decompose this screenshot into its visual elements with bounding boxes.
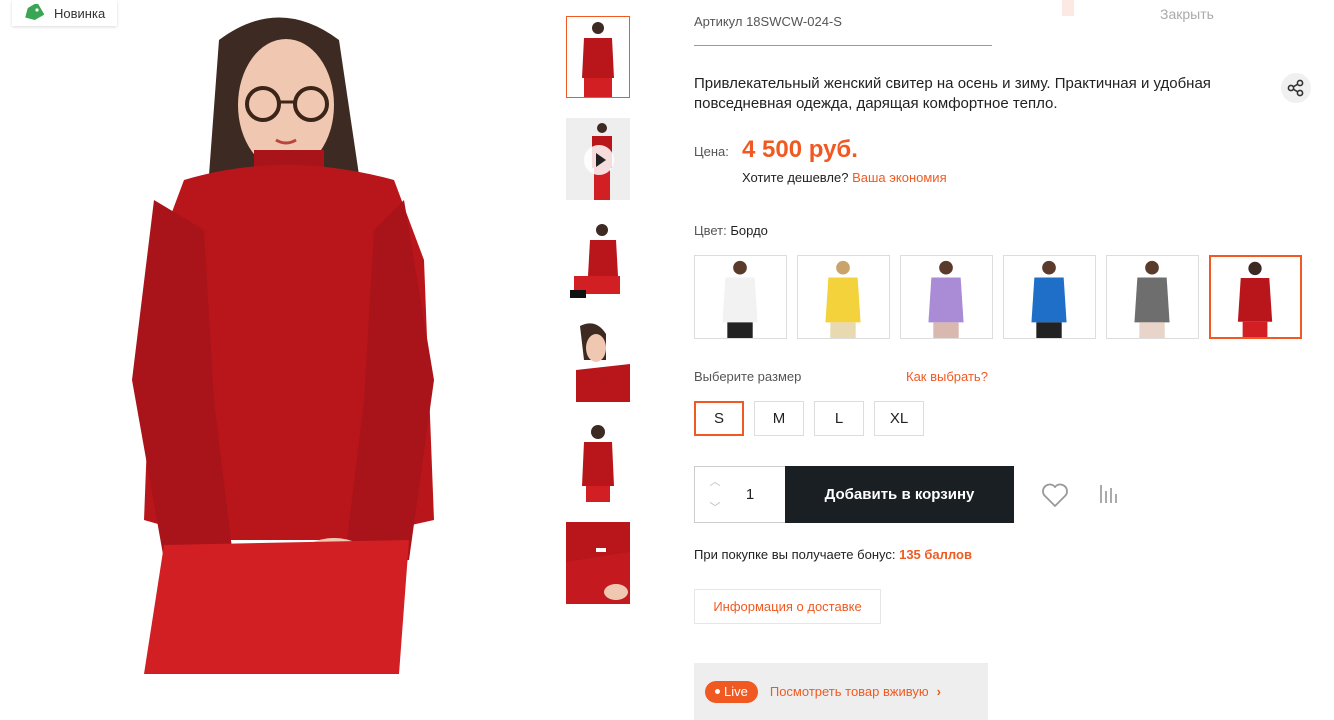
thumbnail-photo: [566, 16, 630, 98]
size-label: Выберите размер: [694, 369, 802, 384]
divider: [694, 45, 992, 46]
thumbnail-video[interactable]: [566, 118, 630, 200]
model-photo: [14, 0, 536, 674]
color-swatch-yellow[interactable]: [797, 255, 890, 339]
share-button[interactable]: [1281, 73, 1311, 103]
quantity-value[interactable]: 1: [735, 486, 765, 503]
tag-icon: [25, 4, 44, 21]
thumbnail-4[interactable]: [566, 320, 630, 402]
swatch-photo: [1107, 256, 1198, 338]
swatch-photo: [901, 256, 992, 338]
savings-link[interactable]: Ваша экономия: [852, 170, 947, 185]
size-option-xl[interactable]: XL: [874, 401, 924, 436]
swatch-photo: [1004, 256, 1095, 338]
new-badge-label: Новинка: [54, 5, 106, 21]
size-option-l[interactable]: L: [814, 401, 864, 436]
price-label: Цена:: [694, 144, 729, 159]
swatch-photo: [1211, 257, 1300, 337]
color-swatch-white[interactable]: [694, 255, 787, 339]
color-swatch-blue[interactable]: [1003, 255, 1096, 339]
thumbnail-3[interactable]: [566, 218, 630, 300]
share-icon: [1287, 79, 1304, 97]
thumbnail-photo: [566, 522, 630, 604]
color-swatch-bordeaux[interactable]: [1209, 255, 1302, 339]
product-description: Привлекательный женский свитер на осень …: [694, 75, 1211, 112]
color-swatch-lilac[interactable]: [900, 255, 993, 339]
thumbnail-photo: [566, 218, 630, 300]
live-badge: Live: [705, 680, 758, 703]
thumbnail-6[interactable]: [566, 522, 630, 604]
color-label-text: Цвет:: [694, 223, 727, 238]
cheaper-offer: Хотите дешевле? Ваша экономия: [742, 170, 947, 185]
thumbnail-5[interactable]: [566, 420, 630, 502]
color-swatch-grey[interactable]: [1106, 255, 1199, 339]
add-to-cart-button[interactable]: Добавить в корзину: [785, 466, 1014, 523]
bonus-value: 135 баллов: [899, 547, 972, 562]
thumbnail-photo: [566, 420, 630, 502]
thumbnail-1[interactable]: [566, 16, 630, 98]
product-sku: Артикул 18SWCW-024-S: [694, 14, 842, 29]
swatch-photo: [798, 256, 889, 338]
cheaper-text: Хотите дешевле?: [742, 170, 849, 185]
main-product-image[interactable]: [14, 0, 536, 674]
delivery-info-button[interactable]: Информация о доставке: [694, 589, 881, 624]
size-option-m[interactable]: M: [754, 401, 804, 436]
chevron-right-icon: ›: [936, 684, 941, 699]
swatch-photo: [695, 256, 786, 338]
color-selected: Бордо: [730, 223, 768, 238]
play-icon[interactable]: [584, 145, 614, 175]
live-dot-icon: [715, 689, 720, 694]
product-price: 4 500 руб.: [742, 136, 858, 163]
heart-icon[interactable]: [1041, 482, 1069, 508]
decrement-icon[interactable]: ﹀: [707, 501, 723, 515]
quantity-stepper: ︿ ﹀ 1: [694, 466, 786, 523]
compare-icon[interactable]: [1098, 483, 1118, 505]
size-guide-link[interactable]: Как выбрать?: [906, 369, 988, 384]
bonus-info: При покупке вы получаете бонус: 135 балл…: [694, 547, 972, 562]
live-view-text: Посмотреть товар вживую: [769, 684, 929, 699]
close-decoration: [1062, 0, 1074, 16]
new-badge: Новинка: [12, 0, 118, 26]
bonus-text: При покупке вы получаете бонус:: [694, 547, 896, 562]
live-badge-label: Live: [724, 684, 748, 699]
size-option-s[interactable]: S: [694, 401, 744, 436]
live-view-banner[interactable]: Live Посмотреть товар вживую ›: [694, 663, 988, 720]
thumbnail-photo: [566, 320, 630, 402]
close-link[interactable]: Закрыть: [1160, 6, 1214, 22]
increment-icon[interactable]: ︿: [707, 475, 723, 489]
color-label: Цвет: Бордо: [694, 223, 768, 238]
